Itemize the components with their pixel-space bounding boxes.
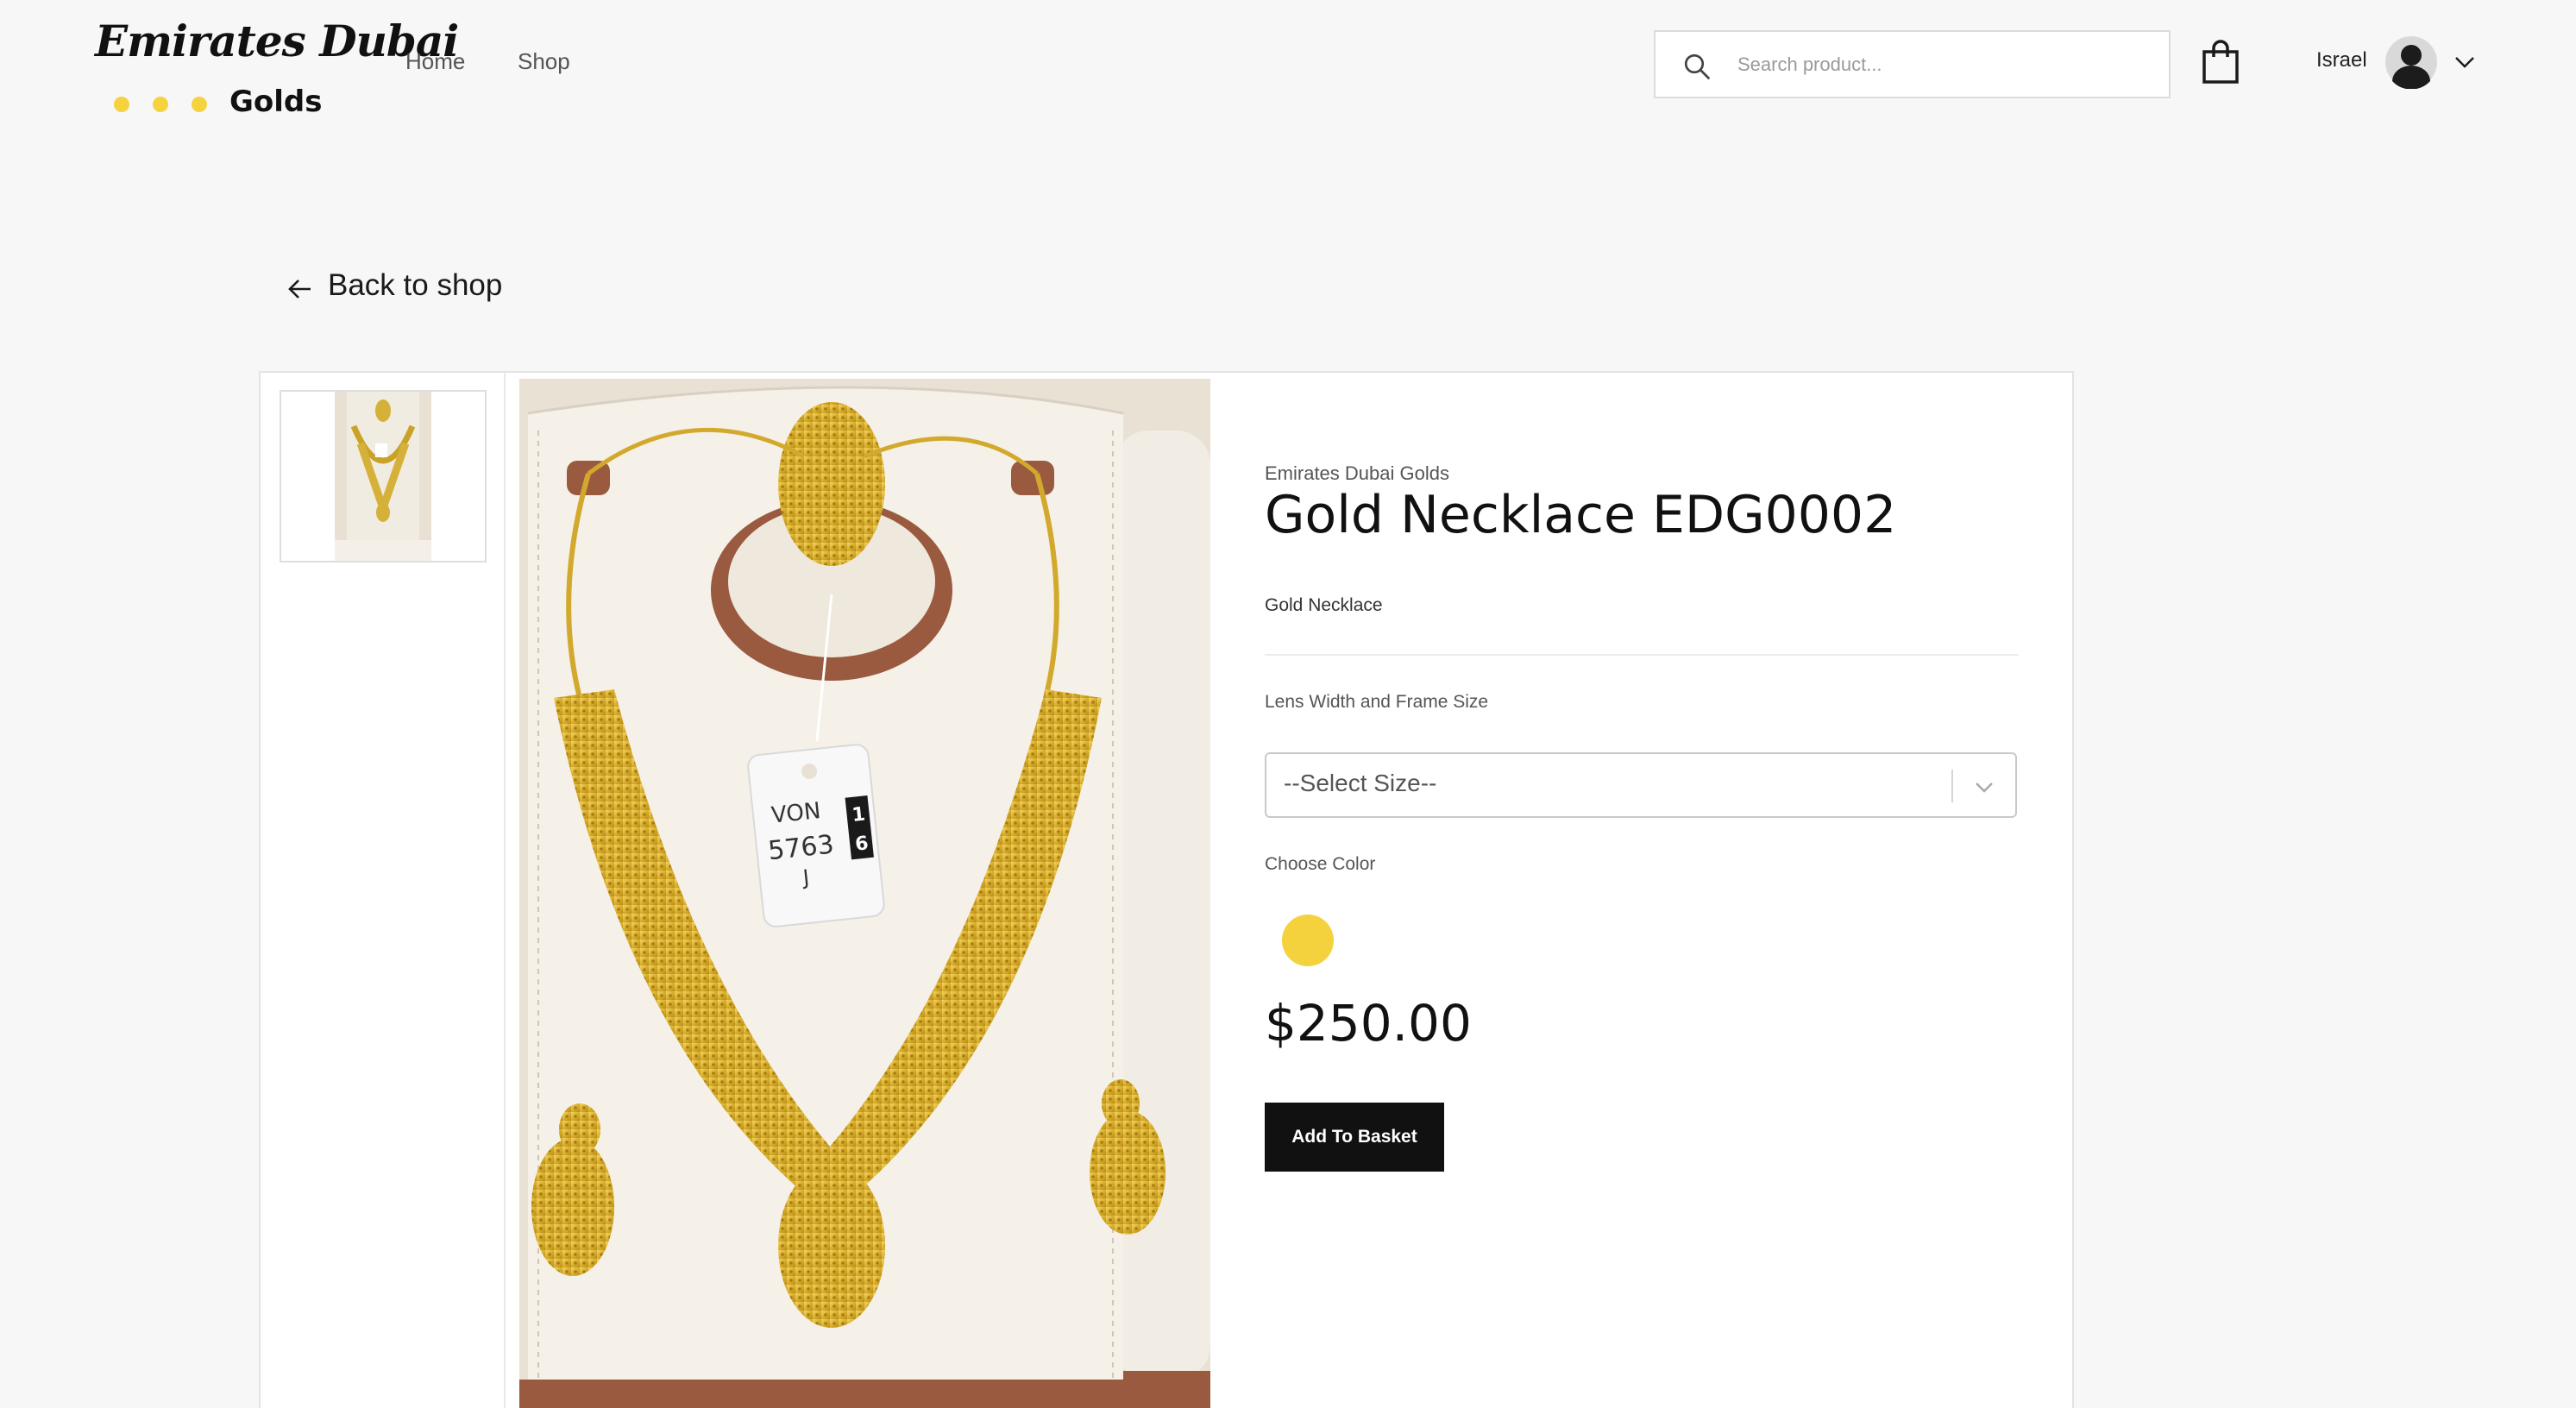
add-to-basket-button[interactable]: Add To Basket: [1265, 1103, 1444, 1172]
product-thumbnail[interactable]: [280, 390, 487, 563]
color-swatch-gold[interactable]: [1282, 915, 1334, 966]
thumbnail-column: [261, 373, 506, 1408]
size-select[interactable]: --Select Size--: [1265, 752, 2017, 818]
product-card: VON 5763 J 1 6 Emirates Dubai Golds Gold…: [259, 371, 2074, 1408]
shopping-bag-icon[interactable]: [2202, 40, 2240, 85]
tag-text: 1: [851, 804, 866, 827]
chevron-down-icon[interactable]: [2453, 50, 2477, 74]
select-separator: [1951, 770, 1953, 802]
arrow-left-icon: [288, 280, 311, 299]
color-label: Choose Color: [1265, 854, 1376, 874]
search-box[interactable]: [1654, 30, 2171, 98]
logo-dot: [114, 97, 129, 112]
tag-text: 6: [854, 833, 870, 855]
product-price: $250.00: [1265, 994, 1472, 1053]
thumbnail-image: [335, 392, 431, 561]
back-to-shop-label: Back to shop: [328, 268, 503, 302]
logo-dot: [153, 97, 168, 112]
chevron-down-icon[interactable]: [1972, 775, 1996, 799]
site-header: Emirates Dubai Golds Home Shop Israel: [0, 0, 2576, 129]
logo-script-text: Emirates Dubai: [95, 16, 459, 66]
size-select-value: --Select Size--: [1284, 770, 1437, 796]
user-name[interactable]: Israel: [2316, 48, 2367, 72]
user-avatar-icon[interactable]: [2384, 35, 2438, 89]
brand-logo[interactable]: Emirates Dubai Golds: [95, 16, 459, 119]
search-input[interactable]: [1737, 44, 2152, 85]
product-title: Gold Necklace EDG0002: [1265, 485, 1897, 545]
nav-home-link[interactable]: Home: [405, 48, 465, 75]
tag-text: VON: [770, 798, 822, 829]
logo-sub-text: Golds: [229, 85, 323, 119]
back-to-shop-link[interactable]: Back to shop: [285, 264, 502, 307]
product-main-image[interactable]: VON 5763 J 1 6: [519, 379, 1210, 1408]
nav-shop-link[interactable]: Shop: [518, 48, 570, 75]
divider: [1265, 654, 2019, 656]
product-brand: Emirates Dubai Golds: [1265, 462, 1449, 484]
size-label: Lens Width and Frame Size: [1265, 692, 1489, 712]
necklace-photo: VON 5763 J 1 6: [519, 379, 1210, 1408]
product-subtitle: Gold Necklace: [1265, 595, 1383, 615]
search-icon[interactable]: [1681, 51, 1712, 82]
logo-dot: [192, 97, 207, 112]
